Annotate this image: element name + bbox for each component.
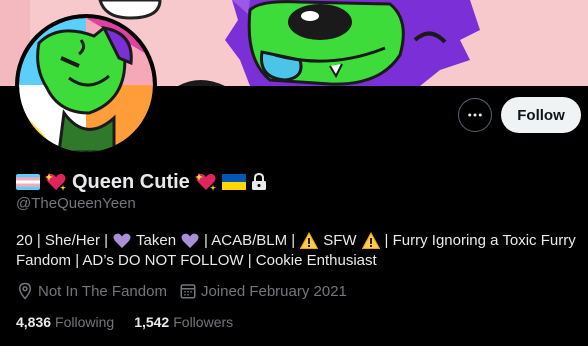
bio-line: 20 | She/Her | Taken | ACAB/BLM | SFW | … [16, 231, 576, 251]
calendar-icon [180, 284, 196, 299]
display-name: Queen Cutie [72, 170, 190, 193]
joined-item: Joined February 2021 [179, 282, 347, 300]
profile-meta: Not In The Fandom Joined February 2021 [16, 282, 359, 300]
bio-text: Fandom | AD’s DO NOT FOLLOW | Cookie Ent… [16, 252, 377, 269]
bio-text: 20 | She/Her | [16, 232, 109, 249]
following-link[interactable]: 4,836 Following [16, 314, 114, 330]
follow-button[interactable]: Follow [501, 97, 581, 133]
warning-icon [361, 232, 380, 249]
avatar-image [19, 18, 153, 152]
followers-label: Followers [173, 314, 234, 330]
display-name-row: Queen Cutie [16, 170, 267, 194]
bio-text: SFW [323, 232, 357, 249]
bio-line: Fandom | AD’s DO NOT FOLLOW | Cookie Ent… [16, 251, 576, 271]
joined-text: Joined February 2021 [200, 282, 347, 300]
lock-icon [251, 173, 266, 190]
bio-text: Taken [136, 232, 177, 249]
ukraine-flag-icon [221, 174, 246, 190]
following-label: Following [55, 314, 115, 330]
sparkling-heart-icon [194, 173, 216, 191]
following-count: 4,836 [16, 314, 52, 330]
followers-link[interactable]: 1,542 Followers [134, 314, 233, 330]
warning-icon [300, 232, 319, 249]
user-handle: @TheQueenYeen [16, 195, 136, 212]
profile-avatar[interactable] [15, 14, 157, 156]
follow-stats: 4,836 Following 1,542 Followers [16, 314, 253, 330]
location-item: Not In The Fandom [16, 282, 167, 300]
transgender-flag-icon [16, 174, 40, 190]
location-pin-icon [18, 282, 32, 300]
profile-bio: 20 | She/Her | Taken | ACAB/BLM | SFW | … [16, 231, 576, 271]
more-options-button[interactable] [458, 98, 492, 132]
sparkling-heart-icon [45, 173, 66, 191]
more-horizontal-icon [468, 113, 482, 117]
bio-text: | ACAB/BLM | [204, 232, 296, 249]
purple-heart-icon [113, 233, 131, 248]
bio-text: | Furry Ignoring a Toxic Furry [384, 232, 576, 249]
location-text: Not In The Fandom [38, 282, 167, 300]
purple-heart-icon [181, 233, 199, 248]
followers-count: 1,542 [134, 314, 170, 330]
